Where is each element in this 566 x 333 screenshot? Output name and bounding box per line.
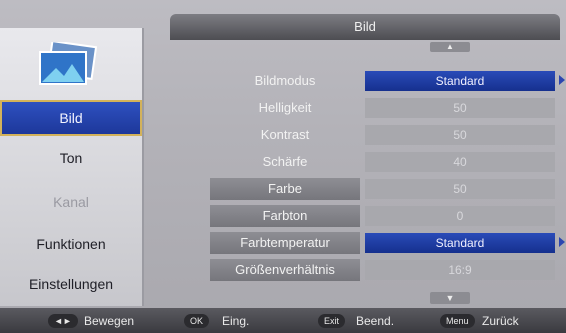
sidebar: Bild Ton Kanal Funktionen Einstellungen: [0, 28, 144, 306]
chevron-right-icon[interactable]: [559, 237, 565, 247]
setting-row-farbe[interactable]: Farbe 50: [210, 178, 560, 200]
setting-row-helligkeit[interactable]: Helligkeit 50: [210, 97, 560, 119]
footer-label-enter: Eing.: [222, 314, 250, 328]
chevron-right-icon[interactable]: [559, 75, 565, 85]
setting-label: Größenverhältnis: [210, 259, 360, 281]
ok-key-icon: OK: [184, 314, 210, 328]
setting-label: Farbe: [210, 178, 360, 200]
tv-screen: Bild ▲ Bild Ton Kanal Funktionen Einstel…: [0, 0, 566, 333]
setting-value-select[interactable]: Standard: [365, 71, 555, 91]
menu-key-icon: Menu: [440, 314, 475, 328]
footer-label-exit: Beend.: [356, 314, 395, 328]
setting-label: Farbton: [210, 205, 360, 227]
sidebar-item-einstellungen[interactable]: Einstellungen: [0, 266, 142, 302]
sidebar-item-bild[interactable]: Bild: [0, 100, 142, 136]
sidebar-item-funktionen[interactable]: Funktionen: [0, 226, 142, 262]
setting-label: Bildmodus: [254, 73, 316, 88]
setting-value-select[interactable]: 16:9: [365, 260, 555, 280]
scroll-down-arrow-icon[interactable]: ▼: [430, 292, 470, 304]
sidebar-item-kanal[interactable]: Kanal: [0, 184, 142, 220]
setting-value-slider[interactable]: 0: [365, 206, 555, 226]
picture-icon: [36, 39, 98, 88]
setting-value-slider[interactable]: 40: [365, 152, 555, 172]
footer-label-back: Zurück: [482, 314, 519, 328]
setting-row-bildmodus[interactable]: Bildmodus Standard: [210, 70, 565, 92]
sidebar-item-ton[interactable]: Ton: [0, 140, 142, 176]
setting-label: Farbtemperatur: [210, 232, 360, 254]
setting-row-farbton[interactable]: Farbton 0: [210, 205, 560, 227]
exit-key-icon: Exit: [318, 314, 346, 328]
setting-row-schaerfe[interactable]: Schärfe 40: [210, 151, 560, 173]
setting-value-slider[interactable]: 50: [365, 179, 555, 199]
menu-title: Bild: [170, 14, 560, 40]
footer-hint-bar: ◄► Bewegen OK Eing. Exit Beend. Menu Zur…: [0, 308, 566, 333]
setting-label: Schärfe: [262, 154, 308, 169]
setting-value-slider[interactable]: 50: [365, 125, 555, 145]
setting-row-farbtemperatur[interactable]: Farbtemperatur Standard: [210, 232, 565, 254]
setting-value-select[interactable]: Standard: [365, 233, 555, 253]
setting-value-slider[interactable]: 50: [365, 98, 555, 118]
setting-row-groessenverhaeltnis[interactable]: Größenverhältnis 16:9: [210, 259, 560, 281]
setting-row-kontrast[interactable]: Kontrast 50: [210, 124, 560, 146]
scroll-up-arrow-icon[interactable]: ▲: [430, 42, 470, 52]
setting-label: Kontrast: [260, 127, 310, 142]
setting-label: Helligkeit: [258, 100, 312, 115]
footer-label-move: Bewegen: [84, 314, 135, 328]
move-key-icon: ◄►: [48, 314, 78, 328]
